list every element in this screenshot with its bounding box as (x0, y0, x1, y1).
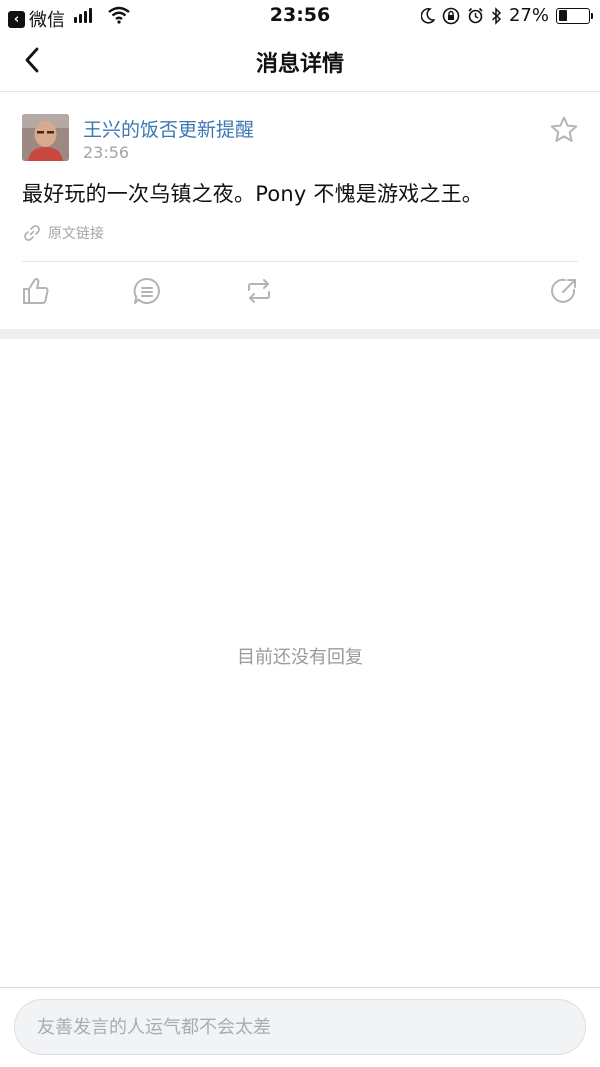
reply-input[interactable] (14, 999, 586, 1055)
source-link-label: 原文链接 (48, 226, 104, 242)
status-bar: ‹ 微信 23:56 27% (0, 0, 600, 31)
bluetooth-icon (491, 6, 502, 25)
share-icon[interactable] (548, 275, 580, 307)
thumbs-up-icon[interactable] (20, 275, 52, 307)
avatar-image (22, 114, 69, 161)
battery-icon (556, 7, 593, 24)
page-title: 消息详情 (255, 52, 344, 77)
author-name[interactable]: 王兴的饭否更新提醒 (83, 115, 254, 142)
avatar[interactable] (22, 114, 69, 161)
post-time: 23:56 (83, 143, 130, 162)
post-card: 王兴的饭否更新提醒 23:56 最好玩的一次乌镇之夜。Pony 不愧是游戏之王。… (0, 93, 600, 329)
nav-bar: 消息详情 (0, 30, 600, 92)
post-content: 最好玩的一次乌镇之夜。Pony 不愧是游戏之王。 (22, 182, 483, 206)
source-link[interactable]: 原文链接 (22, 223, 104, 243)
battery-percent: 27% (508, 5, 549, 26)
battery-fill (558, 10, 567, 21)
repost-icon[interactable] (243, 275, 275, 307)
comment-icon[interactable] (131, 275, 163, 307)
rotation-lock-icon (442, 7, 460, 24)
star-icon[interactable] (549, 115, 579, 145)
section-gap (0, 329, 600, 339)
reply-bar (0, 987, 600, 1067)
link-icon (24, 225, 40, 241)
alarm-icon (468, 7, 483, 24)
divider (22, 261, 578, 262)
empty-replies-text: 目前还没有回复 (237, 647, 363, 668)
moon-icon (420, 7, 435, 24)
